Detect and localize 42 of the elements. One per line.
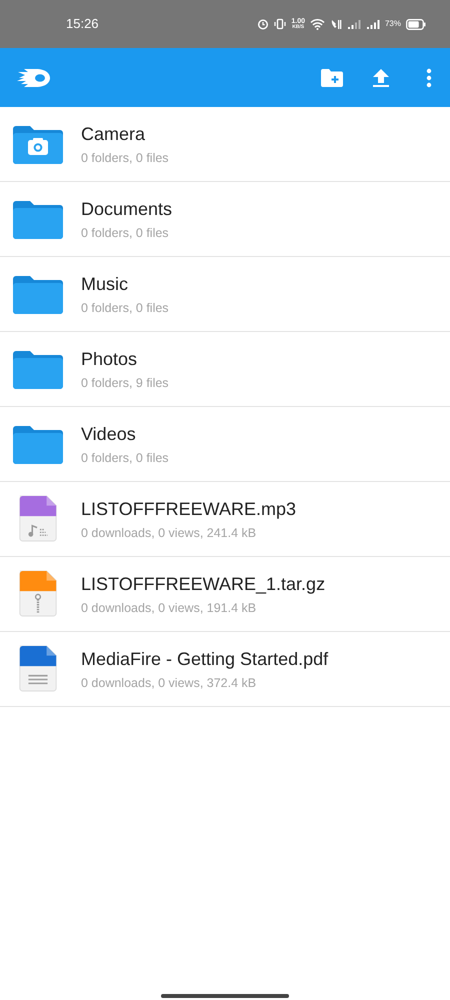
item-details: 0 downloads, 0 views, 191.4 kB xyxy=(81,600,258,616)
clock: 15:26 xyxy=(66,15,99,34)
item-name: Videos xyxy=(81,422,137,444)
item-details: 0 folders, 9 files xyxy=(81,376,169,390)
list-item[interactable]: LISTOFFFREEWARE_1.tar.gz 0 downloads, 0 views, 191.4 kB xyxy=(0,557,450,632)
battery-percentage: 73% xyxy=(384,18,401,30)
new-folder-icon[interactable] xyxy=(320,68,344,88)
folder-icon xyxy=(12,423,62,465)
camera-folder-icon xyxy=(12,123,62,165)
item-details: 0 folders, 0 files xyxy=(81,300,169,316)
list-item[interactable]: Documents 0 folders, 0 files xyxy=(0,182,450,257)
item-details: 0 downloads, 0 views, 372.4 kB xyxy=(81,676,258,690)
alarm-icon xyxy=(257,18,270,30)
signal-icon xyxy=(346,18,361,30)
list-item[interactable]: MediaFire - Getting Started.pdf 0 downloads, 0 views, 372.4 kB xyxy=(0,632,450,707)
item-details: 0 downloads, 0 views, 241.4 kB xyxy=(81,526,258,540)
item-name: Documents xyxy=(81,198,172,220)
more-options-icon[interactable] xyxy=(426,68,432,88)
list-item[interactable]: LISTOFFFREEWARE.mp3 0 downloads, 0 views, 241.4 kB xyxy=(0,482,450,557)
vibrate-icon xyxy=(274,18,286,30)
wifi-icon xyxy=(310,18,325,30)
folder-icon xyxy=(12,273,62,315)
item-name: Camera xyxy=(81,122,146,144)
item-name: LISTOFFFREEWARE_1.tar.gz xyxy=(81,572,326,594)
list-item[interactable]: Music 0 folders, 0 files xyxy=(0,257,450,332)
flame-logo-icon[interactable] xyxy=(16,66,52,88)
item-name: Music xyxy=(81,272,130,294)
item-details: 0 folders, 0 files xyxy=(81,226,170,240)
list-item[interactable]: Camera 0 folders, 0 files xyxy=(0,107,450,182)
item-name: Photos xyxy=(81,348,138,370)
battery-icon xyxy=(406,18,426,30)
item-name: MediaFire - Getting Started.pdf xyxy=(81,648,328,670)
folder-icon xyxy=(12,348,62,390)
item-details: 0 folders, 0 files xyxy=(81,150,169,166)
signal-icon xyxy=(366,18,380,30)
folder-icon xyxy=(12,198,62,240)
list-item[interactable]: Videos 0 folders, 0 files xyxy=(0,407,450,482)
list-item[interactable]: Photos 0 folders, 9 files xyxy=(0,332,450,407)
volte-icon xyxy=(330,18,342,30)
item-details: 0 folders, 0 files xyxy=(81,450,169,466)
upload-icon[interactable] xyxy=(372,68,390,88)
item-name: LISTOFFFREEWARE.mp3 xyxy=(81,498,296,520)
